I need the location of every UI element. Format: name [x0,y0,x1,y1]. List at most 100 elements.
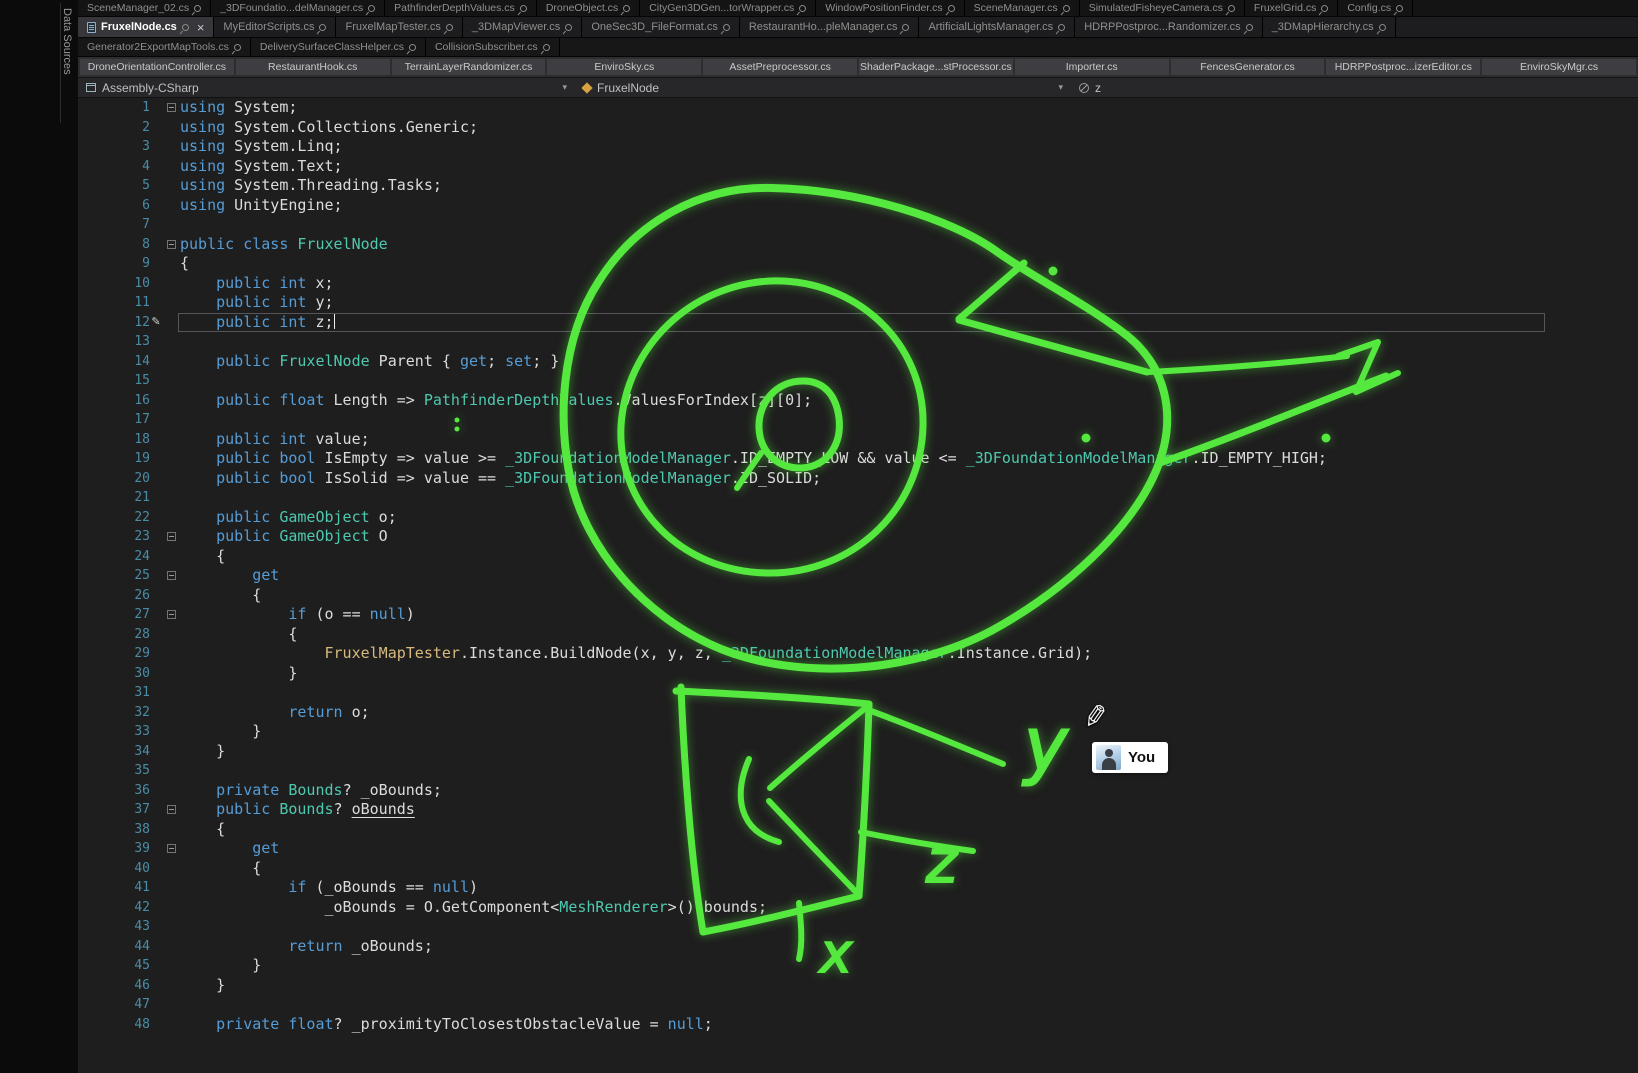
editor-tab[interactable]: HDRPPostproc...Randomizer.cs [1075,17,1263,37]
editor-tab[interactable]: MyEditorScripts.cs [214,17,336,37]
pin-icon[interactable] [367,3,377,13]
breakpoint-margin[interactable] [78,293,98,313]
editor-tab[interactable]: EnviroSky.cs [547,59,701,75]
breakpoint-margin[interactable] [78,430,98,450]
code-line-27[interactable]: 27 if (o == null) [78,605,1638,625]
code-line-45[interactable]: 45 } [78,956,1638,976]
code-line-17[interactable]: 17 [78,410,1638,430]
breakpoint-margin[interactable] [78,703,98,723]
breakpoint-margin[interactable] [78,995,98,1015]
code-line-14[interactable]: 14 public FruxelNode Parent { get; set; … [78,352,1638,372]
pin-icon[interactable] [901,22,911,32]
pin-icon[interactable] [444,22,454,32]
active-editor-tab[interactable]: FruxelNode.cs× [78,17,214,37]
code-line-10[interactable]: 10 public int x; [78,274,1638,294]
breakpoint-margin[interactable] [78,839,98,859]
editor-tab[interactable]: DroneOrientationController.cs [80,59,234,75]
code-line-41[interactable]: 41 if (_oBounds == null) [78,878,1638,898]
breakpoint-margin[interactable] [78,605,98,625]
breakpoint-margin[interactable] [78,742,98,762]
breakpoint-margin[interactable] [78,215,98,235]
pin-icon[interactable] [541,42,551,52]
collapse-toggle-icon[interactable] [167,571,176,580]
breakpoint-margin[interactable] [78,820,98,840]
code-line-44[interactable]: 44 return _oBounds; [78,937,1638,957]
breakpoint-margin[interactable] [78,547,98,567]
code-line-31[interactable]: 31 [78,683,1638,703]
code-line-9[interactable]: 9{ [78,254,1638,274]
breakpoint-margin[interactable] [78,332,98,352]
breakpoint-margin[interactable] [78,508,98,528]
breakpoint-margin[interactable] [78,976,98,996]
editor-tab[interactable]: AssetPreprocessor.cs [703,59,857,75]
editor-tab[interactable]: HDRPPostproc...izerEditor.cs [1326,59,1480,75]
editor-tab[interactable]: ArtificialLightsManager.cs [919,17,1075,37]
pin-icon[interactable] [180,22,190,32]
editor-tab[interactable]: WindowPositionFinder.cs [816,0,964,16]
breakpoint-margin[interactable] [78,313,98,333]
breakpoint-margin[interactable] [78,878,98,898]
breakpoint-margin[interactable] [78,98,98,118]
code-line-40[interactable]: 40 { [78,859,1638,879]
code-line-21[interactable]: 21 [78,488,1638,508]
project-dropdown[interactable]: Assembly-CSharp ▾ [78,78,575,97]
code-editor-surface[interactable]: 1using System;2using System.Collections.… [78,98,1638,1073]
editor-tab[interactable]: EnviroSkyMgr.cs [1482,59,1636,75]
pin-icon[interactable] [193,3,203,13]
editor-tab[interactable]: _3DMapViewer.cs [463,17,582,37]
code-line-6[interactable]: 6using UnityEngine; [78,196,1638,216]
pin-icon[interactable] [1377,22,1387,32]
code-line-22[interactable]: 22 public GameObject o; [78,508,1638,528]
pin-icon[interactable] [232,42,242,52]
breakpoint-margin[interactable] [78,371,98,391]
breakpoint-margin[interactable] [78,917,98,937]
breakpoint-margin[interactable] [78,391,98,411]
editor-tab[interactable]: Generator2ExportMapTools.cs [78,38,251,56]
editor-tab[interactable]: SceneManager_02.cs [78,0,211,16]
code-line-7[interactable]: 7 [78,215,1638,235]
code-line-13[interactable]: 13 [78,332,1638,352]
breakpoint-margin[interactable] [78,176,98,196]
code-line-39[interactable]: 39 get [78,839,1638,859]
editor-tab[interactable]: CollisionSubscriber.cs [426,38,560,56]
code-line-38[interactable]: 38 { [78,820,1638,840]
pin-icon[interactable] [721,22,731,32]
breakpoint-margin[interactable] [78,254,98,274]
pin-icon[interactable] [1244,22,1254,32]
code-line-4[interactable]: 4using System.Text; [78,157,1638,177]
code-line-36[interactable]: 36 private Bounds? _oBounds; [78,781,1638,801]
editor-tab[interactable]: _3DMapHierarchy.cs [1263,17,1396,37]
breakpoint-margin[interactable] [78,644,98,664]
editor-tab[interactable]: FruxelMapTester.cs [336,17,462,37]
editor-tab[interactable]: CityGen3DGen...torWrapper.cs [640,0,816,16]
code-line-47[interactable]: 47 [78,995,1638,1015]
collapse-toggle-icon[interactable] [167,103,176,112]
pin-icon[interactable] [798,3,808,13]
pin-icon[interactable] [318,22,328,32]
breakpoint-margin[interactable] [78,1015,98,1035]
code-line-35[interactable]: 35 [78,761,1638,781]
type-dropdown[interactable]: FruxelNode ▾ [575,78,1071,97]
code-line-15[interactable]: 15 [78,371,1638,391]
editor-tab[interactable]: FencesGenerator.cs [1171,59,1325,75]
close-icon[interactable]: × [197,21,205,34]
code-line-46[interactable]: 46 } [78,976,1638,996]
breakpoint-margin[interactable] [78,781,98,801]
breakpoint-margin[interactable] [78,761,98,781]
collapse-toggle-icon[interactable] [167,532,176,541]
breakpoint-margin[interactable] [78,586,98,606]
code-line-2[interactable]: 2using System.Collections.Generic; [78,118,1638,138]
editor-tab[interactable]: DroneObject.cs [537,0,640,16]
breakpoint-margin[interactable] [78,410,98,430]
pin-icon[interactable] [408,42,418,52]
code-line-20[interactable]: 20 public bool IsSolid => value == _3DFo… [78,469,1638,489]
editor-tab[interactable]: FruxelGrid.cs [1245,0,1338,16]
pin-icon[interactable] [518,3,528,13]
code-line-42[interactable]: 42 _oBounds = O.GetComponent<MeshRendere… [78,898,1638,918]
breakpoint-margin[interactable] [78,488,98,508]
editor-tab[interactable]: Importer.cs [1015,59,1169,75]
editor-tab[interactable]: _3DFoundatio...delManager.cs [211,0,385,16]
code-line-30[interactable]: 30 } [78,664,1638,684]
code-line-37[interactable]: 37 public Bounds? oBounds [78,800,1638,820]
editor-tab[interactable]: SceneManager.cs [965,0,1080,16]
